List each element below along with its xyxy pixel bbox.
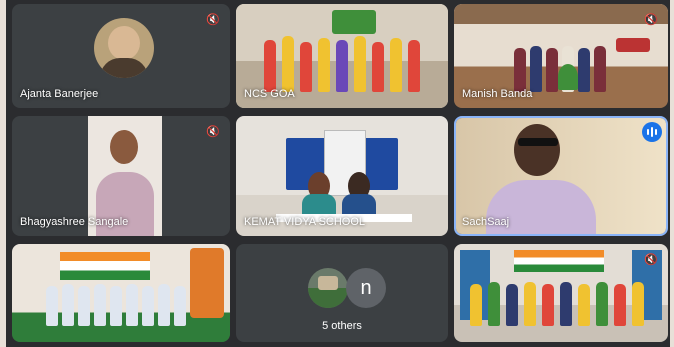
participant-tile-bhagyashree[interactable]: 🔇 Bhagyashree Sangale (12, 116, 230, 236)
participant-tile-ncs-goa[interactable]: NCS GOA (236, 4, 448, 108)
participant-name: KEMAT VIDYA SCHOOL (244, 216, 366, 228)
participant-name: SachSaaj (462, 216, 510, 228)
participant-name: Bhagyashree Sangale (20, 216, 129, 228)
mic-off-icon: 🔇 (206, 125, 220, 138)
participant-tile-sachsaaj[interactable]: SachSaaj (454, 116, 668, 236)
avatar (94, 18, 154, 78)
mic-off-icon: 🔇 (644, 253, 658, 266)
others-tile[interactable]: n 5 others (236, 244, 448, 342)
mic-off-icon: 🔇 (206, 13, 220, 26)
participant-name: Manish Banda (462, 88, 533, 100)
others-count: 5 others (322, 320, 362, 332)
video-feed (12, 244, 230, 342)
video-feed (454, 244, 668, 342)
audio-level-icon (642, 122, 662, 142)
participant-name: NCS GOA (244, 88, 295, 100)
participant-tile-group[interactable] (12, 244, 230, 342)
participant-tile-ajanta[interactable]: 🔇 Ajanta Banerjee (12, 4, 230, 108)
avatar (308, 268, 348, 308)
meeting-grid: 🔇 Ajanta Banerjee NCS GOA 🔇 Manish Banda… (6, 0, 670, 347)
participant-tile-children[interactable]: 🔇 (454, 244, 668, 342)
avatar: n (346, 268, 386, 308)
participant-name: Ajanta Banerjee (20, 88, 99, 100)
participant-tile-school[interactable]: KEMAT VIDYA SCHOOL (236, 116, 448, 236)
mic-off-icon: 🔇 (644, 13, 658, 26)
participant-tile-manish[interactable]: 🔇 Manish Banda (454, 4, 668, 108)
